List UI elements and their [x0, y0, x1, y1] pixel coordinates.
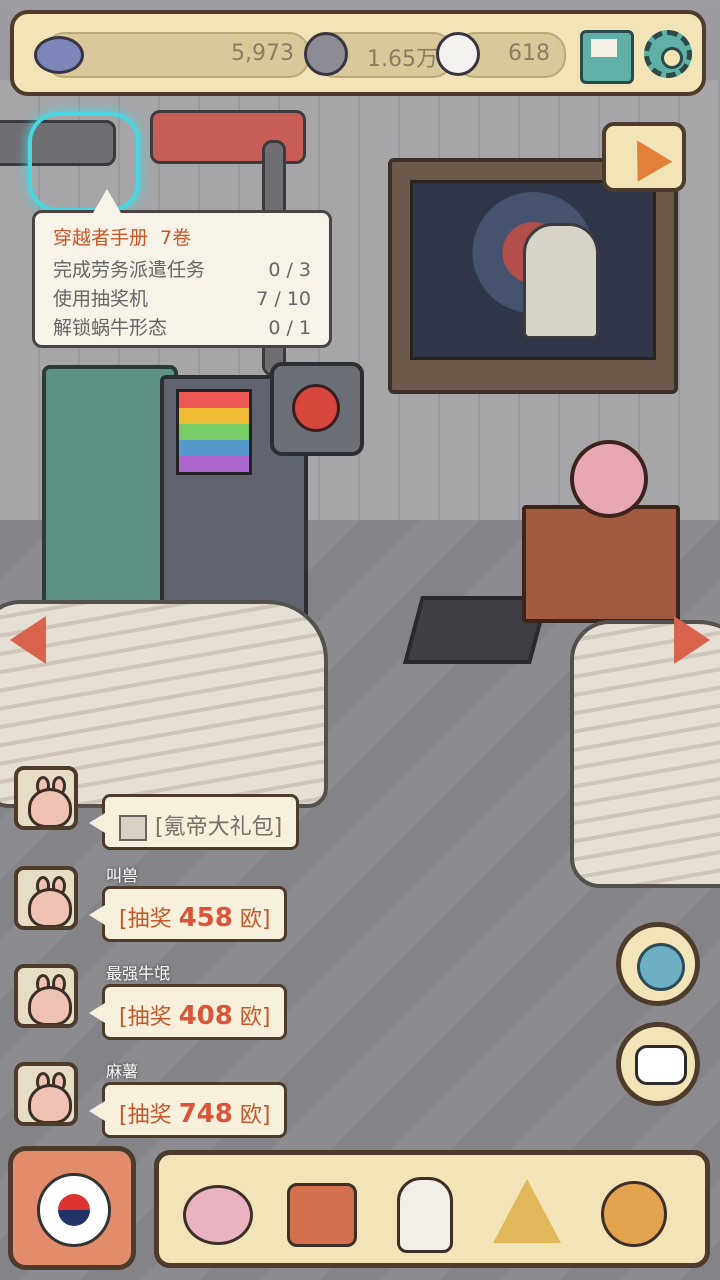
- blue-coin-icon: [34, 36, 84, 74]
- secondary-currency-value: 1.65万: [367, 47, 438, 72]
- ghost-icon: [436, 32, 480, 76]
- task-row: 完成劳务派遣任务 0 / 3: [53, 256, 311, 285]
- tooltip-volume: 7卷: [160, 227, 192, 249]
- speech-bubble-icon: [304, 32, 348, 76]
- crystal-ball[interactable]: [570, 440, 648, 518]
- task-label: 完成劳务派遣任务: [53, 259, 206, 281]
- currency-bar: 5,973 1.65万 618: [10, 10, 706, 96]
- pyramid-eye-icon[interactable]: [485, 1169, 569, 1253]
- previous-room-arrow[interactable]: [10, 616, 46, 664]
- feed-message-bubble: [抽奖 748 欧]: [88, 1082, 288, 1138]
- tooltip-title-row: 穿越者手册 7卷: [53, 223, 311, 250]
- shrine-backdrop: [410, 180, 656, 360]
- suitcase-icon[interactable]: [277, 1169, 361, 1253]
- neon-snail-sign[interactable]: [28, 112, 140, 212]
- avatar[interactable]: [14, 766, 78, 830]
- feed-item: 叫兽 [抽奖 458 欧]: [10, 860, 310, 950]
- feed-item: 麻薯 [抽奖 748 欧]: [10, 1056, 310, 1146]
- feed-message: [氪帝大礼包]: [155, 815, 283, 840]
- bottom-nav: [154, 1150, 710, 1268]
- queen-statue[interactable]: [523, 223, 599, 339]
- task-progress: 0 / 3: [268, 259, 311, 281]
- feed-suffix: 欧]: [232, 1103, 271, 1128]
- feed-item: 最强牛氓 [抽奖 408 欧]: [10, 958, 310, 1048]
- party-popper-icon: [619, 130, 673, 182]
- red-button-icon: [292, 384, 340, 432]
- feed-prefix: [抽奖: [119, 1005, 179, 1030]
- feed-prefix: [抽奖: [119, 907, 179, 932]
- primary-currency-value: 5,973: [231, 41, 294, 66]
- avatar[interactable]: [14, 866, 78, 930]
- quest-tooltip[interactable]: 穿越者手册 7卷 完成劳务派遣任务 0 / 3 使用抽奖机 7 / 10 解锁蜗牛…: [32, 189, 332, 348]
- feed-amount: 408: [178, 1001, 233, 1031]
- feed-username: 麻薯: [106, 1062, 139, 1081]
- feed-username: 叫兽: [106, 866, 139, 885]
- tooltip-title: 穿越者手册: [53, 227, 149, 249]
- feed-suffix: 欧]: [232, 1005, 271, 1030]
- red-alarm-button[interactable]: [270, 362, 364, 456]
- rainbow-monitor: [176, 389, 252, 475]
- feed-message-bubble: [抽奖 408 欧]: [88, 984, 288, 1040]
- feed-message-bubble: [氪帝大礼包]: [88, 794, 300, 850]
- next-room-arrow[interactable]: [674, 616, 710, 664]
- tertiary-currency-value: 618: [508, 41, 550, 66]
- party-button[interactable]: [602, 122, 686, 192]
- snail-icon[interactable]: [173, 1169, 257, 1253]
- gear-icon[interactable]: [644, 30, 692, 78]
- task-progress: 7 / 10: [256, 288, 311, 310]
- avatar[interactable]: [14, 964, 78, 1028]
- task-row: 解锁蜗牛形态 0 / 1: [53, 314, 311, 343]
- bust-icon[interactable]: [381, 1169, 465, 1253]
- task-label: 使用抽奖机: [53, 288, 149, 310]
- shrine-shelf[interactable]: [388, 158, 678, 394]
- task-progress: 0 / 1: [268, 317, 311, 339]
- avatar[interactable]: [14, 1062, 78, 1126]
- gift-icon: [119, 815, 147, 841]
- key-icon[interactable]: [589, 1169, 673, 1253]
- feed-message-bubble: [抽奖 458 欧]: [88, 886, 288, 942]
- planet-button[interactable]: [616, 922, 700, 1006]
- feed-amount: 748: [178, 1099, 233, 1129]
- side-table[interactable]: [522, 505, 680, 623]
- task-label: 解锁蜗牛形态: [53, 317, 168, 339]
- planet-icon: [637, 943, 685, 991]
- task-row: 使用抽奖机 7 / 10: [53, 285, 311, 314]
- mail-icon[interactable]: [580, 30, 634, 84]
- feed-prefix: [抽奖: [119, 1103, 179, 1128]
- feed-username: 最强牛氓: [106, 964, 171, 983]
- chat-icon: [635, 1045, 687, 1085]
- korea-flag-icon: [37, 1173, 111, 1247]
- feed-suffix: 欧]: [232, 907, 271, 932]
- feed-item: [氪帝大礼包]: [10, 766, 310, 850]
- feed-amount: 458: [178, 903, 233, 933]
- chat-button[interactable]: [616, 1022, 700, 1106]
- home-button[interactable]: [8, 1146, 136, 1270]
